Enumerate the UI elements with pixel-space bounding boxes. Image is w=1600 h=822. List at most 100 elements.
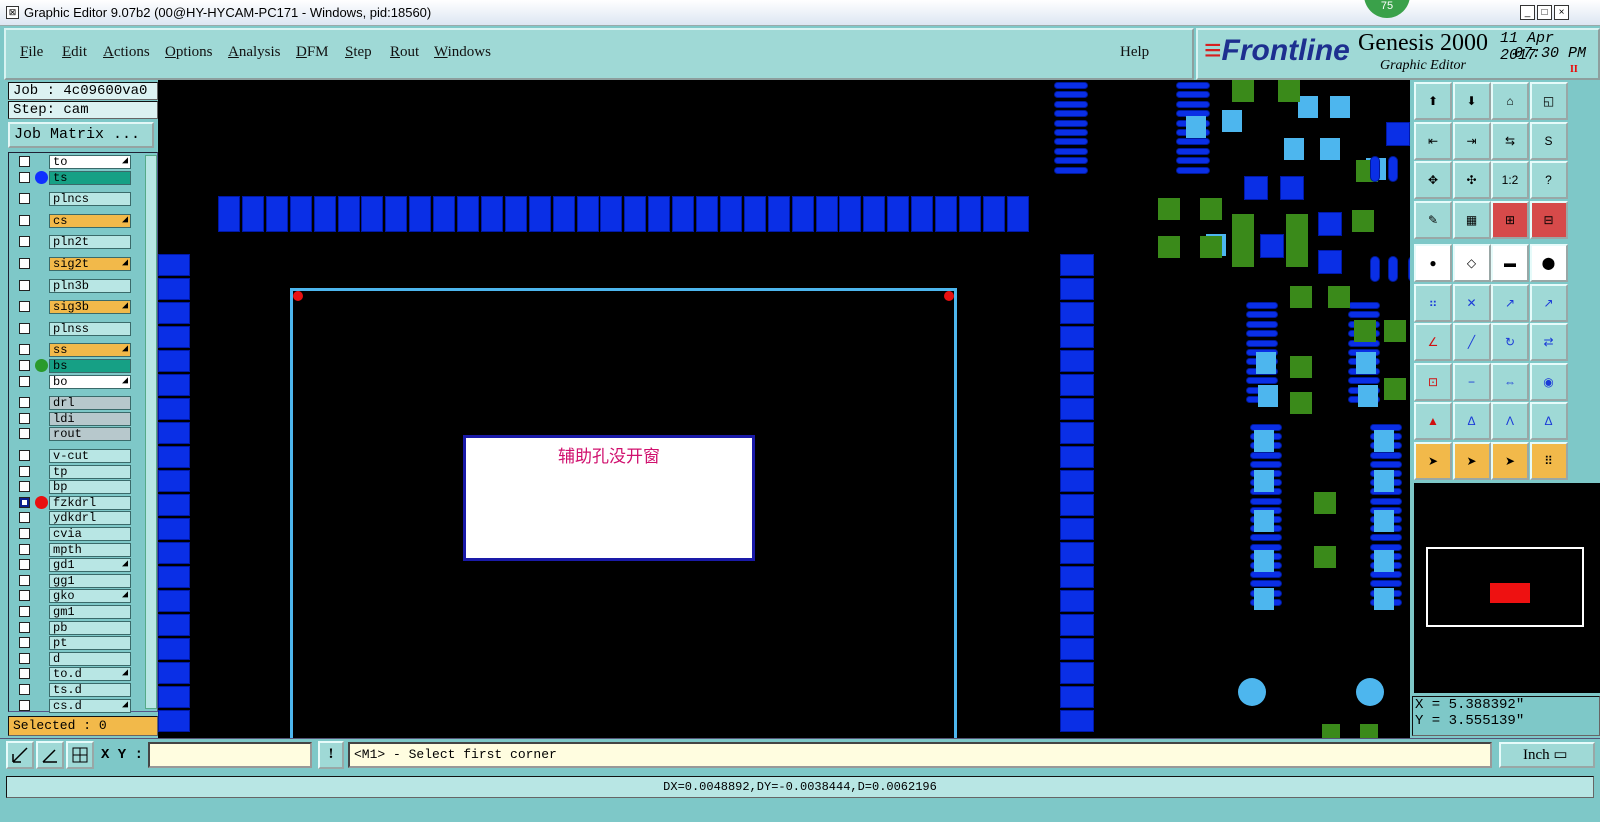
net-tool-button[interactable]: Δ [1452, 402, 1491, 440]
layer-checkbox[interactable] [19, 543, 30, 555]
layer-checkbox[interactable] [19, 637, 30, 649]
layer-display-icon[interactable] [35, 170, 48, 184]
menu-rout[interactable]: Rout [390, 44, 419, 61]
minus-tool-button[interactable]: − [1452, 362, 1491, 401]
select-box-tool-button[interactable]: ➤ [1452, 441, 1491, 480]
question-tool-button[interactable]: ? [1529, 161, 1568, 199]
layer-name[interactable]: plncs [49, 192, 131, 207]
scale-1-2-tool-button[interactable]: 1:2 [1491, 161, 1529, 199]
layer-name[interactable]: rout [49, 427, 131, 442]
layer-row-ts[interactable]: ts [11, 170, 131, 185]
layer-name[interactable]: tp [49, 464, 131, 479]
menu-step[interactable]: Step [345, 44, 372, 61]
open-tool-button[interactable]: ⬆ [1414, 82, 1452, 120]
layer-name[interactable]: gg1 [49, 573, 131, 588]
layer-row-tp[interactable]: tp [11, 464, 131, 479]
grid-mode-button[interactable] [66, 741, 94, 769]
point-tool-button[interactable]: ↗ [1491, 283, 1529, 322]
xy-input[interactable] [148, 742, 312, 768]
layer-row-v-cut[interactable]: v-cut [11, 449, 131, 463]
highlight-tool-button[interactable]: Λ [1491, 402, 1529, 440]
palette-tool-button[interactable]: ✎ [1414, 200, 1452, 239]
point-arrow-tool-button[interactable]: ↗ [1529, 283, 1568, 322]
zoom-window-tool-button[interactable]: ◱ [1529, 82, 1568, 120]
layer-row-d[interactable]: d [11, 651, 131, 666]
layer-checkbox[interactable] [19, 559, 30, 571]
units-selector[interactable]: Inch ▭ [1499, 742, 1595, 768]
layer-row-bs[interactable]: bs [11, 359, 131, 373]
ruler-tool-button[interactable]: ▬ [1491, 244, 1529, 282]
arc-tool-button[interactable]: ╱ [1452, 323, 1491, 361]
layer-name[interactable]: fzkdrl [49, 495, 131, 510]
layer-checkbox[interactable] [19, 301, 30, 313]
layer-name[interactable]: ts [49, 170, 131, 185]
layer-scrollbar[interactable] [145, 155, 157, 709]
layer-name[interactable]: cvia [49, 527, 131, 541]
select-poly-tool-button[interactable]: ➤ [1491, 441, 1529, 480]
line-tool-button[interactable]: ∠ [1414, 323, 1452, 361]
layer-row-bp[interactable]: bp [11, 480, 131, 495]
layer-row-gko[interactable]: gko ◢ [11, 589, 131, 604]
layer-row-gg1[interactable]: gg1 [11, 573, 131, 588]
alert-button[interactable]: ! [318, 741, 344, 769]
layer-row-ldi[interactable]: ldi [11, 411, 131, 426]
layer-name[interactable]: bo ◢ [49, 374, 131, 389]
layer-row-sig3b[interactable]: sig3b ◢ [11, 300, 131, 315]
layer-name[interactable]: plnss [49, 321, 131, 336]
layer-name[interactable]: cs ◢ [49, 213, 131, 228]
overview-viewport[interactable] [1490, 583, 1530, 603]
layer-row-pb[interactable]: pb [11, 620, 131, 635]
layer-name[interactable]: ts.d [49, 683, 131, 697]
layer-row-pt[interactable]: pt [11, 636, 131, 651]
layer-name[interactable]: mpth [49, 542, 131, 557]
layer-name[interactable]: sig2t ◢ [49, 257, 131, 271]
layer-row-pln3b[interactable]: pln3b [11, 278, 131, 293]
menu-actions[interactable]: Actions [103, 44, 150, 61]
layer-name[interactable]: pt [49, 636, 131, 651]
layer-row-plnss[interactable]: plnss [11, 321, 131, 336]
layer-row-cs.d[interactable]: cs.d ◢ [11, 698, 131, 713]
layer-checkbox[interactable] [19, 397, 30, 409]
text-tool-button[interactable]: S [1529, 121, 1568, 160]
layer-row-rout[interactable]: rout [11, 427, 131, 442]
layer-name[interactable]: gm1 [49, 605, 131, 619]
layer-row-gd1[interactable]: gd1 ◢ [11, 558, 131, 573]
layer-row-mpth[interactable]: mpth [11, 542, 131, 557]
layer-row-cs[interactable]: cs ◢ [11, 213, 131, 228]
swap-tool-button[interactable]: ⇆ [1491, 121, 1529, 160]
home-tool-button[interactable]: ⌂ [1491, 82, 1529, 120]
layer-checkbox[interactable] [19, 668, 30, 680]
layer-row-cvia[interactable]: cvia [11, 527, 131, 541]
layer-checkbox[interactable] [19, 512, 30, 524]
rotate-tool-button[interactable]: ↻ [1491, 323, 1529, 361]
layer-row-plncs[interactable]: plncs [11, 192, 131, 207]
layer-checkbox[interactable] [19, 528, 30, 539]
resize-tool-button[interactable]: ⇔ [1491, 362, 1529, 401]
move-right-tool-button[interactable]: ⇥ [1452, 121, 1491, 160]
connect-tool-button[interactable]: ⠶ [1414, 283, 1452, 322]
layer-checkbox[interactable] [19, 360, 30, 371]
layer-name[interactable]: pb [49, 620, 131, 635]
layer-checkbox[interactable] [19, 428, 30, 440]
layer-checkbox[interactable] [19, 606, 30, 617]
angle-mode-button[interactable] [36, 741, 64, 769]
select-net-tool-button[interactable]: ⠿ [1529, 441, 1568, 480]
route-tool-button[interactable]: Δ [1529, 402, 1568, 440]
select-tool-button[interactable]: ➤ [1414, 441, 1452, 480]
layer-row-to.d[interactable]: to.d ◢ [11, 667, 131, 682]
layer-name[interactable]: to ◢ [49, 155, 131, 169]
layer-name[interactable]: gko ◢ [49, 589, 131, 604]
layer-name[interactable]: v-cut [49, 449, 131, 463]
flip-tool-button[interactable]: ⇄ [1529, 323, 1568, 361]
layer-checkbox[interactable] [19, 375, 30, 387]
layer-checkbox[interactable] [19, 258, 30, 269]
job-matrix-button[interactable]: Job Matrix ... [8, 122, 154, 148]
layer-row-ydkdrl[interactable]: ydkdrl [11, 511, 131, 526]
layer-checkbox[interactable] [19, 344, 30, 356]
layer-name[interactable]: cs.d ◢ [49, 698, 131, 713]
transform-tool-button[interactable]: ◇ [1452, 244, 1491, 282]
layer-row-ss[interactable]: ss ◢ [11, 343, 131, 358]
layer-row-ts.d[interactable]: ts.d [11, 683, 131, 697]
measure-tool-button[interactable]: ⊞ [1491, 200, 1529, 239]
layer-checkbox[interactable] [19, 156, 30, 167]
